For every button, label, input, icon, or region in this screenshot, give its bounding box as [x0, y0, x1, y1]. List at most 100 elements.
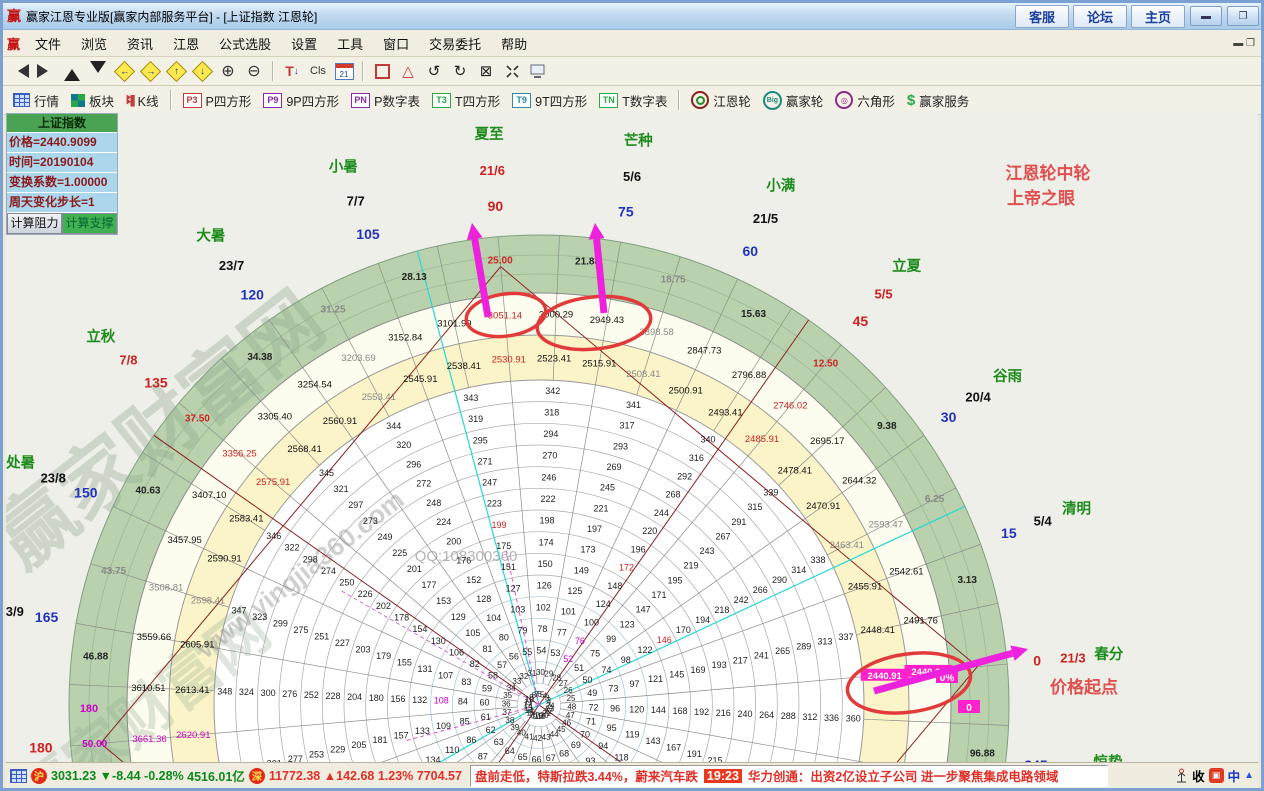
svg-text:224: 224	[436, 517, 451, 527]
svg-text:313: 313	[817, 637, 832, 647]
svg-text:290: 290	[772, 575, 787, 585]
customer-service-button[interactable]: 客服	[1015, 5, 1069, 28]
svg-text:春分: 春分	[1094, 645, 1123, 663]
view-button-9[interactable]: 江恩轮	[691, 91, 751, 110]
svg-text:18.75: 18.75	[661, 275, 686, 286]
svg-text:267: 267	[715, 531, 730, 541]
homepage-button[interactable]: 主页	[1131, 5, 1185, 28]
view-button-5[interactable]: PNP数字表	[351, 91, 420, 110]
calendar-button[interactable]: 21	[332, 60, 356, 82]
svg-text:2553.41: 2553.41	[362, 392, 396, 403]
svg-text:94: 94	[598, 741, 608, 751]
t-indicator-button[interactable]: T↓	[280, 60, 304, 82]
svg-text:104: 104	[486, 613, 501, 623]
svg-text:253: 253	[309, 749, 324, 759]
svg-text:154: 154	[412, 624, 427, 634]
svg-text:2500.91: 2500.91	[668, 386, 702, 397]
svg-text:176: 176	[456, 556, 471, 566]
svg-text:155: 155	[397, 658, 412, 668]
menu-item-3[interactable]: 江恩	[163, 31, 209, 56]
calc-support-button[interactable]: 计算支撑	[62, 213, 117, 234]
svg-text:203: 203	[356, 645, 371, 655]
rotate-ccw-button[interactable]: ↺	[422, 60, 446, 82]
maximize-button[interactable]: ❐	[1227, 6, 1259, 26]
svg-text:296: 296	[406, 459, 421, 469]
svg-text:181: 181	[373, 735, 388, 745]
svg-text:102: 102	[536, 602, 551, 612]
menu-item-1[interactable]: 浏览	[71, 31, 117, 56]
view-button-1[interactable]: 板块	[71, 91, 114, 110]
svg-text:3305.40: 3305.40	[258, 412, 292, 423]
fit-arrows-button[interactable]	[500, 60, 524, 82]
minimize-button[interactable]: ▬	[1190, 6, 1222, 26]
zoom-out-button[interactable]: ⊖	[242, 60, 266, 82]
close-box-button[interactable]: ⊠	[474, 60, 498, 82]
menu-item-4[interactable]: 公式选股	[209, 31, 281, 56]
title-bar: 赢 赢家江恩专业版[赢家内部服务平台] - [上证指数 江恩轮] 客服 论坛 主…	[3, 3, 1261, 30]
svg-text:6.25: 6.25	[925, 494, 945, 505]
view-button-10[interactable]: Big赢家轮	[763, 91, 824, 110]
view-button-7[interactable]: T99T四方形	[512, 91, 587, 110]
menu-item-5[interactable]: 设置	[281, 31, 327, 56]
menu-item-6[interactable]: 工具	[327, 31, 373, 56]
pan-right-button[interactable]: →	[138, 60, 162, 82]
back-button[interactable]	[8, 60, 32, 82]
svg-text:324: 324	[239, 687, 254, 697]
tray-app-icon[interactable]: ▣	[1209, 768, 1224, 783]
svg-text:2530.91: 2530.91	[492, 354, 526, 365]
svg-text:68: 68	[559, 748, 569, 758]
svg-text:130: 130	[431, 636, 446, 646]
calc-resistance-button[interactable]: 计算阻力	[7, 213, 62, 234]
quote-grid-icon[interactable]	[10, 769, 27, 783]
square-tool-button[interactable]	[370, 60, 394, 82]
view-button-0[interactable]: 行情	[13, 91, 59, 110]
tray-ime-label[interactable]: 中	[1228, 766, 1241, 785]
svg-text:90: 90	[488, 198, 504, 214]
view-button-8[interactable]: TNT数字表	[599, 91, 667, 110]
shanghai-exchange-icon[interactable]: 沪	[31, 768, 47, 784]
view-button-11[interactable]: ◎六角形	[835, 91, 895, 110]
svg-text:83: 83	[461, 677, 471, 687]
svg-text:3610.51: 3610.51	[131, 683, 165, 694]
tray-receive-label[interactable]: 收	[1192, 766, 1205, 785]
menu-item-0[interactable]: 文件	[25, 31, 71, 56]
cls-button[interactable]: Cls	[306, 60, 330, 82]
tray-arrow-icon[interactable]: ▲	[1244, 770, 1254, 781]
pan-up-button[interactable]: ↑	[164, 60, 188, 82]
forum-button[interactable]: 论坛	[1073, 5, 1127, 28]
pan-down-button[interactable]: ↓	[190, 60, 214, 82]
view-icon-12: $	[907, 92, 915, 109]
view-icon-3: P3	[183, 93, 202, 108]
forward-button[interactable]	[34, 60, 58, 82]
shenzhen-exchange-icon[interactable]: 深	[249, 768, 265, 784]
menu-item-7[interactable]: 窗口	[373, 31, 419, 56]
svg-text:5/4: 5/4	[1034, 514, 1053, 529]
screen-button[interactable]	[526, 60, 550, 82]
view-button-3[interactable]: P3P四方形	[183, 91, 252, 110]
zoom-in-button[interactable]: ⊕	[216, 60, 240, 82]
svg-text:250: 250	[339, 578, 354, 588]
down-button[interactable]	[86, 60, 110, 82]
svg-text:131: 131	[418, 664, 433, 674]
view-button-2[interactable]: ꔪ|||K线	[126, 91, 158, 110]
svg-text:37.50: 37.50	[185, 413, 210, 424]
sh-index-amount: 4516.01亿	[187, 766, 245, 785]
menu-item-2[interactable]: 资讯	[117, 31, 163, 56]
view-button-12[interactable]: $赢家服务	[907, 91, 969, 110]
news-ticker[interactable]: 盘前走低，特斯拉跌3.44%，蔚来汽车跌 19:23 华力创通：出资2亿设立子公…	[470, 765, 1108, 787]
up-button[interactable]	[60, 60, 84, 82]
view-button-4[interactable]: P99P四方形	[263, 91, 339, 110]
triangle-tool-button[interactable]: △	[396, 60, 420, 82]
mdi-minimize-icon[interactable]: ▬ ❐	[1233, 38, 1255, 49]
svg-text:340: 340	[700, 435, 715, 445]
menu-item-9[interactable]: 帮助	[491, 31, 537, 56]
svg-text:15.63: 15.63	[741, 309, 766, 320]
menu-item-8[interactable]: 交易委托	[419, 31, 491, 56]
view-button-6[interactable]: T3T四方形	[432, 91, 500, 110]
svg-text:271: 271	[477, 456, 492, 466]
svg-text:225: 225	[392, 548, 407, 558]
rotate-cw-button[interactable]: ↻	[448, 60, 472, 82]
view-label-1: 板块	[89, 91, 114, 110]
app-window: 赢 赢家江恩专业版[赢家内部服务平台] - [上证指数 江恩轮] 客服 论坛 主…	[0, 0, 1264, 791]
pan-left-button[interactable]: ←	[112, 60, 136, 82]
